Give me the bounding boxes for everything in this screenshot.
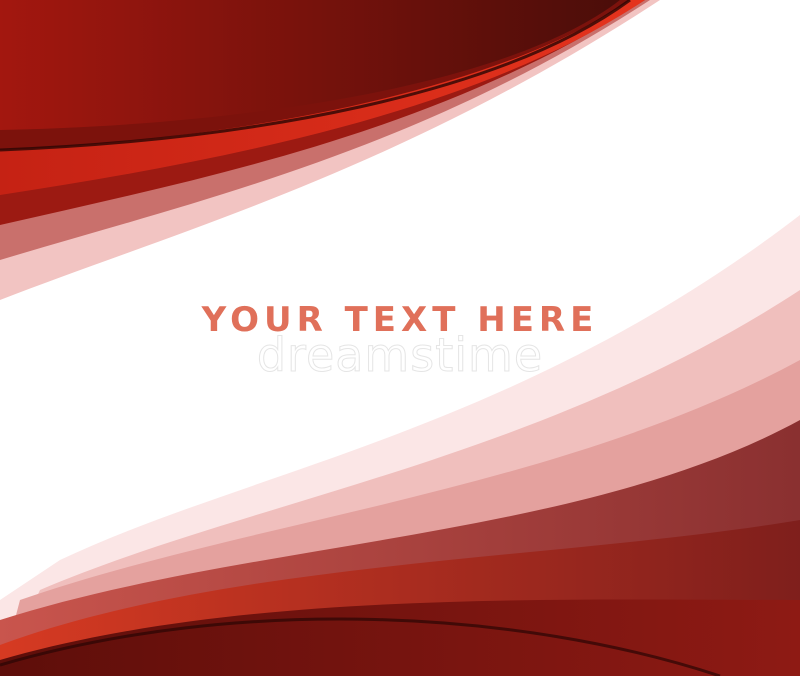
banner-canvas: dreamstime YOUR TEXT HERE: [0, 0, 800, 676]
headline-text: YOUR TEXT HERE: [201, 300, 599, 340]
